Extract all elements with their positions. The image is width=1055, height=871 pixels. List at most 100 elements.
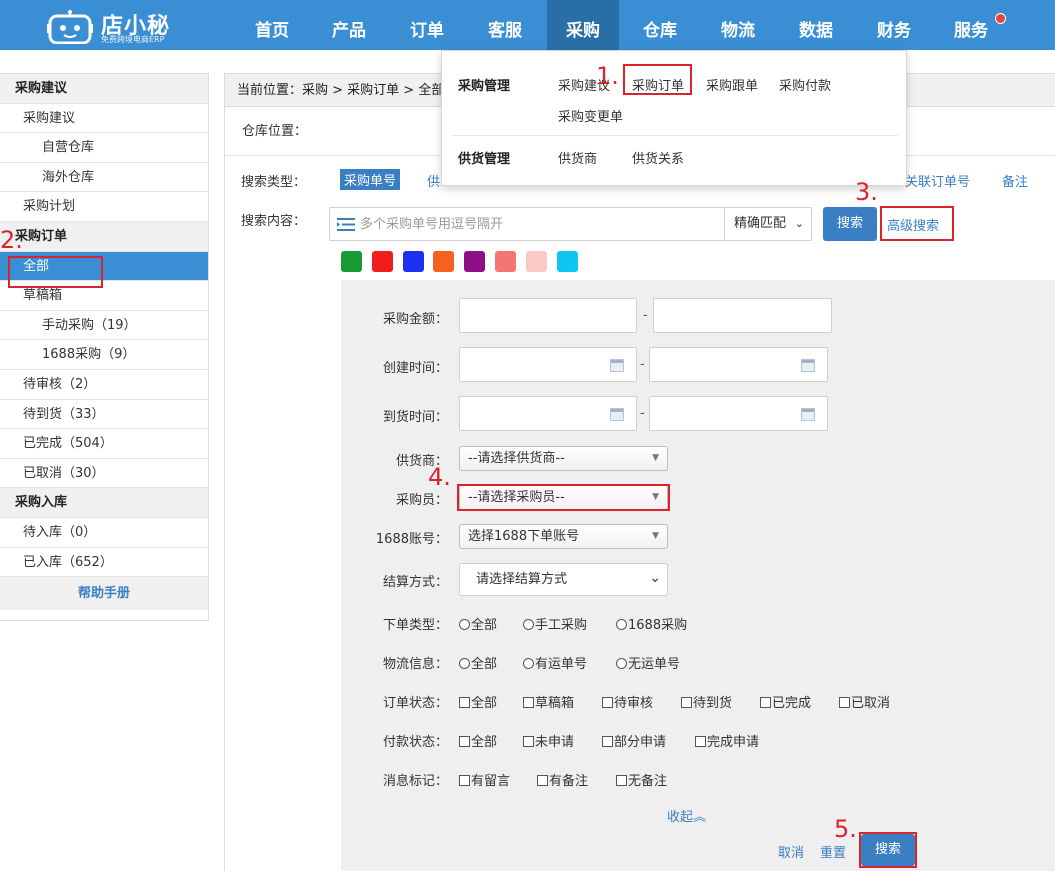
sidebar-item[interactable]: 已完成（504） — [0, 429, 208, 459]
created-start-input[interactable] — [459, 347, 637, 382]
nav-item-1[interactable]: 产品 — [313, 0, 385, 50]
radio-button[interactable] — [616, 658, 627, 669]
checkbox-option[interactable]: 待审核 — [602, 692, 653, 711]
radio-option[interactable]: 手工采购 — [523, 614, 587, 633]
color-tag-swatch[interactable] — [433, 251, 455, 272]
sidebar-item[interactable]: 待审核（2） — [0, 370, 208, 400]
checkbox[interactable] — [839, 697, 850, 708]
nav-item-3[interactable]: 客服 — [469, 0, 541, 50]
checkbox[interactable] — [459, 736, 470, 747]
menu-supplier[interactable]: 供货商 — [558, 148, 597, 167]
checkbox[interactable] — [523, 697, 534, 708]
radio-option[interactable]: 1688采购 — [616, 614, 687, 633]
checkbox[interactable] — [459, 697, 470, 708]
radio-option[interactable]: 全部 — [459, 614, 497, 633]
sidebar-item[interactable]: 待入库（0） — [0, 518, 208, 548]
menu-purchase-payment[interactable]: 采购付款 — [779, 75, 831, 94]
settlement-select[interactable]: 请选择结算方式 ⌄ — [459, 563, 668, 596]
annotation-box-2 — [8, 256, 103, 288]
menu-purchase-change-order[interactable]: 采购变更单 — [558, 106, 623, 125]
amount-min-input[interactable] — [459, 298, 637, 333]
checkbox[interactable] — [537, 775, 548, 786]
radio-option[interactable]: 有运单号 — [523, 653, 587, 672]
checkbox[interactable] — [616, 775, 627, 786]
nav-item-2[interactable]: 订单 — [391, 0, 463, 50]
nav-item-6[interactable]: 物流 — [702, 0, 774, 50]
nav-item-4[interactable]: 采购 — [547, 0, 619, 50]
sidebar-item[interactable]: 已入库（652） — [0, 548, 208, 578]
cancel-link[interactable]: 取消 — [778, 842, 804, 861]
sidebar-item[interactable]: 1688采购（9） — [0, 340, 208, 370]
checkbox[interactable] — [681, 697, 692, 708]
amount-max-input[interactable] — [653, 298, 832, 333]
checkbox-option[interactable]: 已取消 — [839, 692, 890, 711]
search-type-remark[interactable]: 备注 — [1002, 171, 1028, 190]
checkbox-option[interactable]: 完成申请 — [695, 731, 759, 750]
checkbox[interactable] — [459, 775, 470, 786]
checkbox-option[interactable]: 全部 — [459, 731, 497, 750]
checkbox-option[interactable]: 全部 — [459, 692, 497, 711]
nav-item-0[interactable]: 首页 — [236, 0, 308, 50]
supplier-select[interactable]: --请选择供货商-- ▼ — [459, 446, 668, 471]
checkbox[interactable] — [695, 736, 706, 747]
sidebar-item[interactable]: 自营仓库 — [0, 133, 208, 163]
checkbox[interactable] — [523, 736, 534, 747]
nav-item-8[interactable]: 财务 — [858, 0, 930, 50]
menu-supply-relation[interactable]: 供货关系 — [632, 148, 684, 167]
calendar-icon[interactable] — [610, 359, 624, 372]
color-tag-swatch[interactable] — [495, 251, 516, 272]
radio-button[interactable] — [459, 658, 470, 669]
radio-button[interactable] — [523, 619, 534, 630]
app-logo[interactable]: 店小秘 免费跨境电商ERP — [45, 6, 205, 46]
checkbox[interactable] — [760, 697, 771, 708]
nav-item-5[interactable]: 仓库 — [624, 0, 696, 50]
sidebar-item[interactable]: 待到货（33） — [0, 400, 208, 430]
search-type-supplier[interactable]: 供 — [427, 171, 440, 190]
collapse-link[interactable]: 收起︽ — [667, 806, 706, 825]
color-tag-swatch[interactable] — [556, 251, 578, 272]
match-mode-select[interactable]: 精确匹配 ⌄ — [724, 208, 812, 240]
account-select-value: 选择1688下单账号 — [468, 529, 580, 544]
search-type-active[interactable]: 采购单号 — [340, 169, 401, 190]
reset-link[interactable]: 重置 — [820, 842, 846, 861]
menu-purchase-tracking[interactable]: 采购跟单 — [706, 75, 758, 94]
color-tag-swatch[interactable] — [371, 251, 393, 272]
checkbox-option[interactable]: 待到货 — [681, 692, 732, 711]
checkbox-option[interactable]: 未申请 — [523, 731, 574, 750]
checkbox-option[interactable]: 部分申请 — [602, 731, 666, 750]
nav-item-9[interactable]: 服务 — [935, 0, 1007, 50]
nav-item-7[interactable]: 数据 — [780, 0, 852, 50]
help-manual-link[interactable]: 帮助手册 — [0, 577, 208, 611]
color-tag-swatch[interactable] — [341, 251, 362, 272]
color-tag-swatch[interactable] — [402, 251, 424, 272]
sidebar-item[interactable]: 采购计划 — [0, 192, 208, 222]
checkbox[interactable] — [602, 736, 613, 747]
radio-button[interactable] — [616, 619, 627, 630]
checkbox-option[interactable]: 有备注 — [537, 770, 588, 789]
radio-button[interactable] — [523, 658, 534, 669]
arrival-start-input[interactable] — [459, 396, 637, 431]
checkbox-option[interactable]: 草稿箱 — [523, 692, 574, 711]
radio-option[interactable]: 全部 — [459, 653, 497, 672]
created-end-input[interactable] — [649, 347, 828, 382]
checkbox[interactable] — [602, 697, 613, 708]
checkbox-option[interactable]: 已完成 — [760, 692, 811, 711]
checkbox-option[interactable]: 无备注 — [616, 770, 667, 789]
checkbox-option[interactable]: 有留言 — [459, 770, 510, 789]
search-type-related-order[interactable]: 关联订单号 — [905, 171, 970, 190]
sidebar-item[interactable]: 海外仓库 — [0, 163, 208, 193]
calendar-icon[interactable] — [801, 359, 815, 372]
sidebar-item[interactable]: 已取消（30） — [0, 459, 208, 489]
search-button[interactable]: 搜索 — [823, 207, 877, 241]
sidebar-item[interactable]: 手动采购（19） — [0, 311, 208, 341]
radio-option[interactable]: 无运单号 — [616, 653, 680, 672]
sidebar-item[interactable]: 采购建议 — [0, 104, 208, 134]
account-select[interactable]: 选择1688下单账号 ▼ — [459, 524, 668, 549]
color-tag-swatch[interactable] — [464, 251, 486, 272]
color-tag-swatch[interactable] — [525, 251, 547, 272]
search-input[interactable] — [360, 213, 720, 235]
radio-button[interactable] — [459, 619, 470, 630]
calendar-icon[interactable] — [610, 408, 624, 421]
calendar-icon[interactable] — [801, 408, 815, 421]
arrival-end-input[interactable] — [649, 396, 828, 431]
